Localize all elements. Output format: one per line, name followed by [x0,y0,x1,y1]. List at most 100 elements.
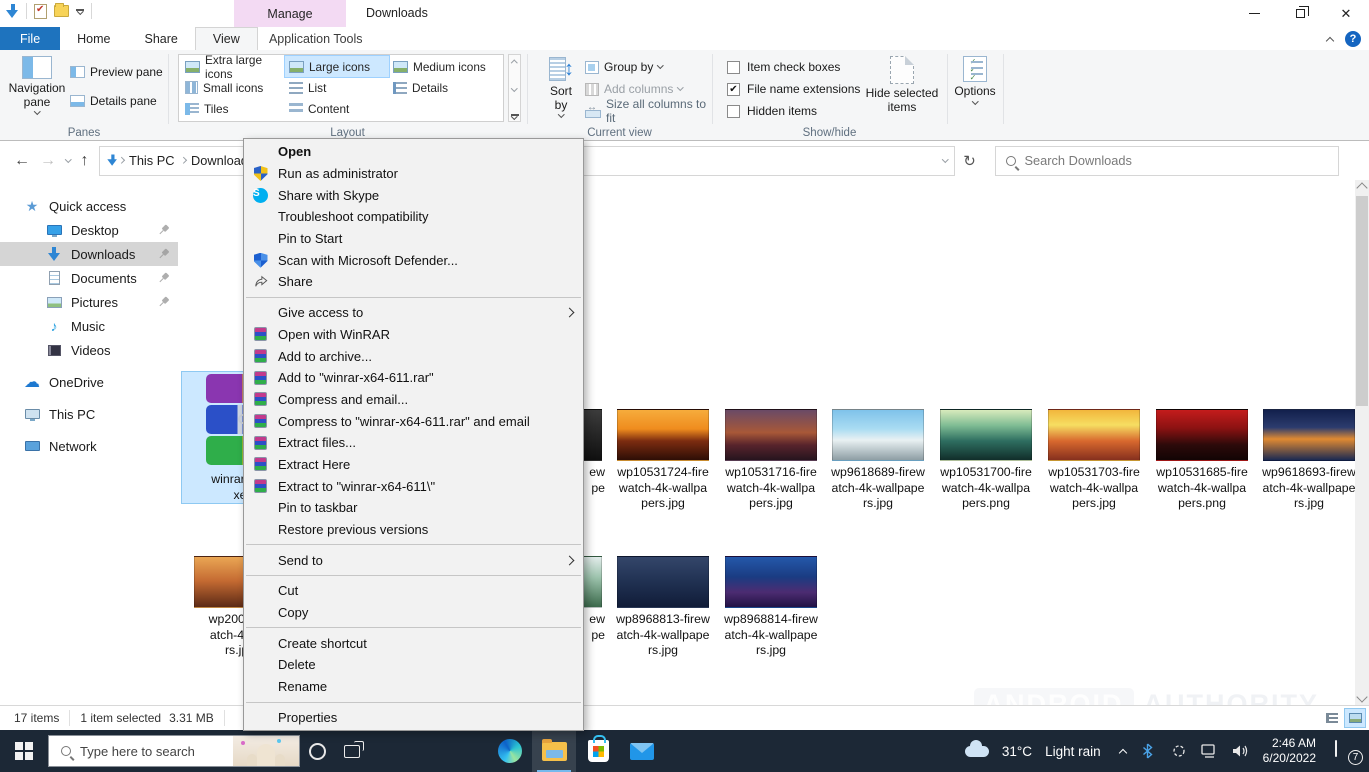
check-hidden-items[interactable]: Hidden items [727,100,860,122]
details-view-toggle[interactable] [1322,709,1342,727]
layout-option-list[interactable]: List [285,77,389,98]
file-tile-11-wp8968813-firew[interactable]: wp8968813-firew atch-4k-wallpape rs.jpg [612,552,714,659]
menu-item-delete[interactable]: Delete [244,654,583,676]
menu-item-cut[interactable]: Cut [244,580,583,602]
menu-item-pin-to-taskbar[interactable]: Pin to taskbar [244,497,583,519]
details-pane-button[interactable]: Details pane [70,92,157,110]
options-button[interactable]: Options [951,56,999,103]
back-button[interactable]: ← [14,152,30,170]
thumbnail-view-toggle[interactable] [1345,709,1365,727]
file-explorer-taskbar-button[interactable] [532,730,576,772]
menu-item-extract-to-winrar-x64-611[interactable]: Extract to "winrar-x64-611\" [244,475,583,497]
task-view-button[interactable] [334,730,370,772]
menu-item-properties[interactable]: Properties [244,707,583,729]
menu-item-send-to[interactable]: Send to [244,549,583,571]
show-hidden-icons-button[interactable] [1118,748,1126,756]
tab-home[interactable]: Home [60,27,127,50]
file-tile-7-wp10531685-fire[interactable]: wp10531685-fire watch-4k-wallpa pers.png [1151,405,1253,512]
breadcrumb-this-pc[interactable]: This PC [123,153,181,168]
weather-temperature[interactable]: 31°C [1002,744,1032,759]
bluetooth-icon[interactable] [1139,742,1157,760]
store-taskbar-button[interactable] [576,730,620,772]
restore-button[interactable] [1277,0,1323,27]
menu-item-compress-to-winrar-x64-611-rar-and-email[interactable]: Compress to "winrar-x64-611.rar" and ema… [244,410,583,432]
scroll-up-icon[interactable] [511,60,517,66]
menu-item-restore-previous-versions[interactable]: Restore previous versions [244,519,583,541]
new-folder-qat-icon[interactable] [54,5,69,17]
layout-gallery-scrollbar[interactable] [508,54,521,122]
scroll-down-icon[interactable] [1356,691,1367,702]
menu-item-add-to-winrar-x64-611-rar[interactable]: Add to "winrar-x64-611.rar" [244,367,583,389]
menu-item-extract-here[interactable]: Extract Here [244,454,583,476]
layout-option-details[interactable]: Details [389,77,499,98]
search-highlight-image[interactable] [233,736,299,766]
tab-file[interactable]: File [0,27,60,50]
menu-item-compress-and-email[interactable]: Compress and email... [244,389,583,411]
refresh-button[interactable]: ↻ [955,146,985,176]
checkbox-icon[interactable] [727,61,740,74]
file-tile-6-wp10531703-fire[interactable]: wp10531703-fire watch-4k-wallpa pers.jpg [1043,405,1145,512]
layout-option-tiles[interactable]: Tiles [181,99,285,120]
search-box[interactable]: Search Downloads [995,146,1339,176]
start-button[interactable] [0,730,48,772]
sort-by-button[interactable]: ↕ Sort by [540,56,582,117]
menu-item-troubleshoot-compatibility[interactable]: Troubleshoot compatibility [244,206,583,228]
layout-option-small-icons[interactable]: Small icons [181,77,285,98]
preview-pane-button[interactable]: Preview pane [70,63,163,81]
file-tile-3-wp10531716-fire[interactable]: wp10531716-fire watch-4k-wallpa pers.jpg [720,405,822,512]
menu-item-create-shortcut[interactable]: Create shortcut [244,632,583,654]
layout-option-medium-icons[interactable]: Medium icons [389,56,499,77]
checkbox-icon[interactable] [727,105,740,118]
menu-item-copy[interactable]: Copy [244,602,583,624]
file-tile-8-wp9618693-firew[interactable]: wp9618693-firew atch-4k-wallpape rs.jpg [1258,405,1360,512]
check-file-name-extensions[interactable]: ✔File name extensions [727,78,860,100]
minimize-button[interactable] [1231,0,1277,27]
tab-share[interactable]: Share [128,27,195,50]
menu-item-share[interactable]: Share [244,271,583,293]
edge-taskbar-button[interactable] [488,730,532,772]
group-by-button[interactable]: Group by [585,58,663,76]
menu-item-open-with-winrar[interactable]: Open with WinRAR [244,324,583,346]
help-icon[interactable]: ? [1345,31,1361,47]
properties-qat-icon[interactable] [34,4,47,19]
checkbox-icon[interactable]: ✔ [727,83,740,96]
screen-clip-icon[interactable] [1170,742,1188,760]
up-button[interactable]: ↑ [81,152,89,170]
recent-locations-icon[interactable] [65,156,71,162]
cortana-button[interactable] [300,730,334,772]
gallery-more-icon[interactable] [511,114,519,118]
mail-taskbar-button[interactable] [620,730,664,772]
menu-item-rename[interactable]: Rename [244,676,583,698]
menu-item-scan-with-microsoft-defender[interactable]: Scan with Microsoft Defender... [244,249,583,271]
layout-option-large-icons[interactable]: Large icons [285,56,389,77]
forward-button[interactable]: → [40,152,56,170]
scroll-down-icon[interactable] [511,85,517,91]
check-item-check-boxes[interactable]: Item check boxes [727,56,860,78]
customize-qat-icon[interactable] [76,9,84,13]
file-tile-12-wp8968814-firew[interactable]: wp8968814-firew atch-4k-wallpape rs.jpg [720,552,822,659]
menu-item-share-with-skype[interactable]: SShare with Skype [244,184,583,206]
network-icon[interactable] [1201,742,1219,760]
scroll-up-icon[interactable] [1356,182,1367,193]
taskbar-search[interactable]: Type here to search [48,735,300,767]
menu-item-add-to-archive[interactable]: Add to archive... [244,345,583,367]
navigation-pane-button[interactable]: Navigation pane [8,56,66,114]
tab-view[interactable]: View [195,27,258,50]
action-center-button[interactable]: 7 [1335,741,1359,761]
file-tile-4-wp9618689-firew[interactable]: wp9618689-firew atch-4k-wallpape rs.jpg [827,405,929,512]
menu-item-extract-files[interactable]: Extract files... [244,432,583,454]
file-tile-2-wp10531724-fire[interactable]: wp10531724-fire watch-4k-wallpa pers.jpg [612,405,714,512]
volume-icon[interactable] [1232,742,1250,760]
tab-application-tools[interactable]: Application Tools [260,27,372,50]
weather-condition[interactable]: Light rain [1045,744,1101,759]
layout-option-content[interactable]: Content [285,99,389,120]
menu-item-give-access-to[interactable]: Give access to [244,302,583,324]
hide-selected-items-button[interactable]: Hide selected items [864,56,940,114]
taskbar-clock[interactable]: 2:46 AM 6/20/2022 [1263,736,1316,766]
scrollbar-thumb[interactable] [1356,196,1368,406]
address-dropdown-icon[interactable] [942,156,948,162]
close-button[interactable]: ✕ [1323,0,1369,27]
menu-item-pin-to-start[interactable]: Pin to Start [244,228,583,250]
vertical-scrollbar[interactable] [1355,180,1369,705]
file-tile-5-wp10531700-fire[interactable]: wp10531700-fire watch-4k-wallpa pers.png [935,405,1037,512]
